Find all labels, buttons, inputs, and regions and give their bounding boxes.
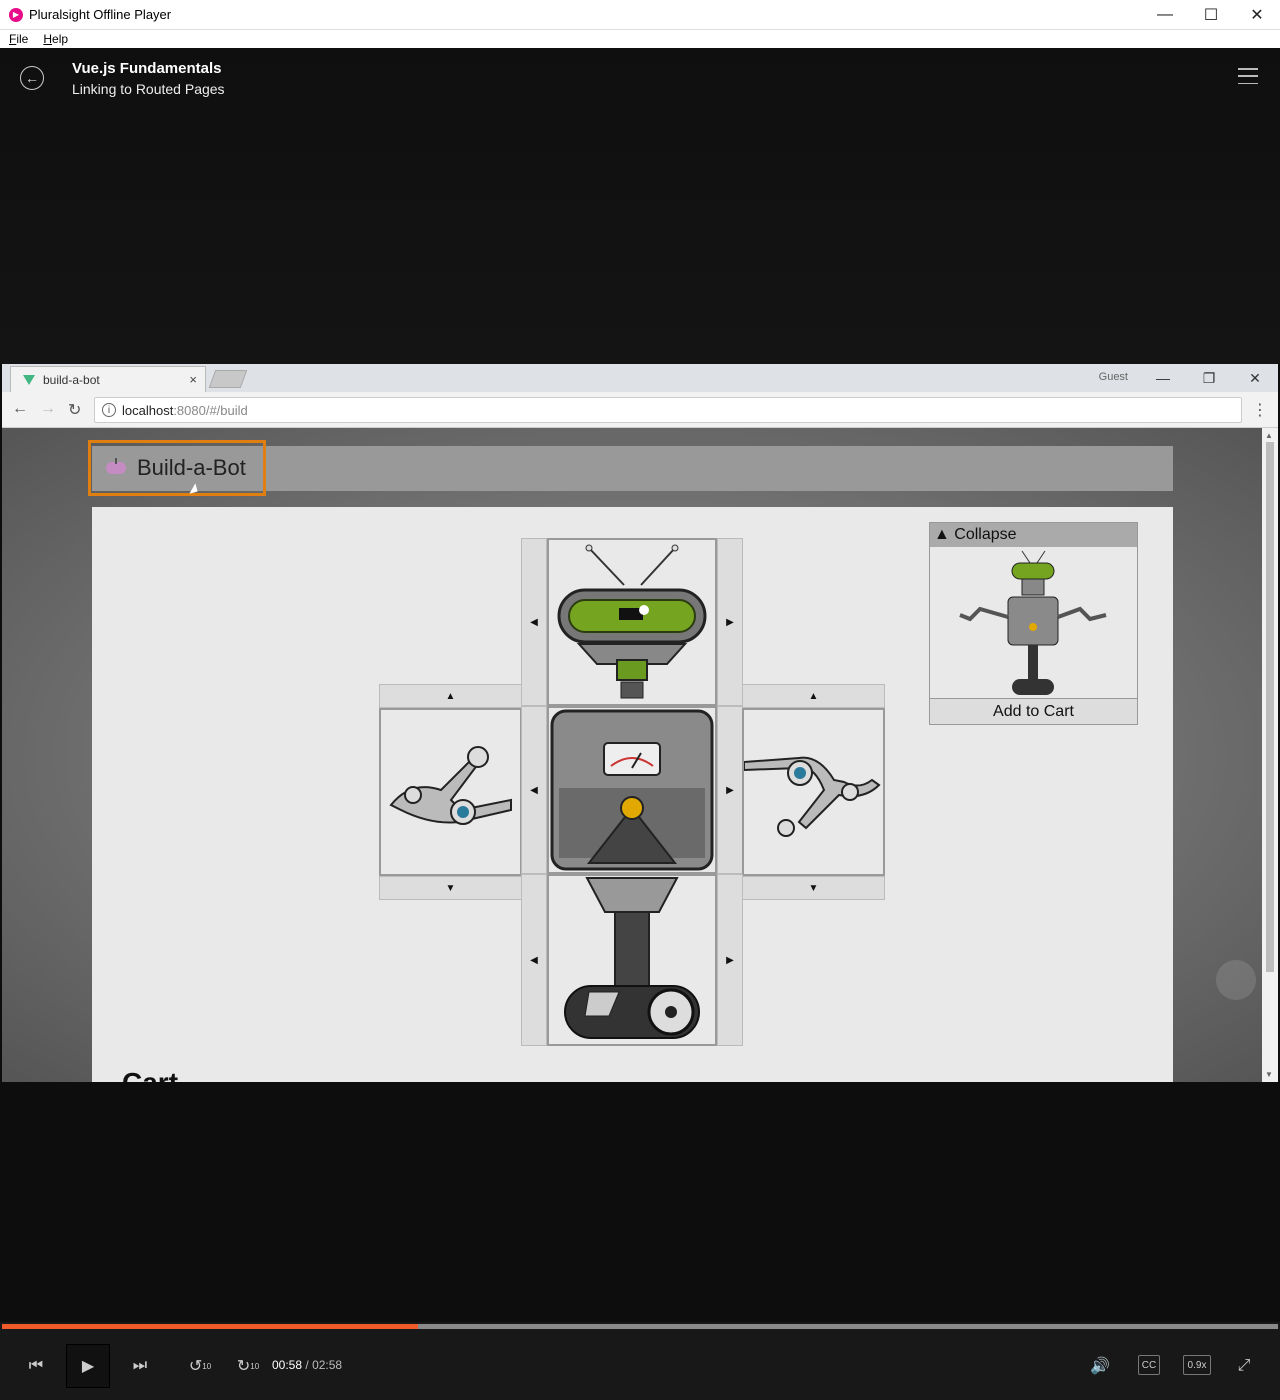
browser-tab[interactable]: build-a-bot × [10, 366, 206, 392]
play-button[interactable]: ▶ [66, 1344, 110, 1388]
progress-fill [2, 1324, 418, 1329]
duration: 02:58 [312, 1358, 343, 1372]
forward-10-icon[interactable]: ↻ 10 [226, 1344, 270, 1388]
tab-close-icon[interactable]: × [189, 372, 197, 387]
volume-icon[interactable]: 🔊 [1078, 1344, 1122, 1388]
collapse-button[interactable]: ▲ Collapse [930, 523, 1137, 547]
minimize-button[interactable]: — [1142, 0, 1188, 30]
url-host: localhost [122, 402, 174, 418]
robot-preview-panel: ▲ Collapse Add to Cart [929, 522, 1138, 725]
back-icon[interactable]: ← [12, 400, 28, 418]
time-separator: / [305, 1358, 309, 1372]
maximize-button[interactable]: ☐ [1188, 0, 1234, 30]
robot-builder: ◀ ▶ ▲ ▼ ◀ ▶ ▲ ▼ ◀ ▶ ▲ Collapse Add to Ca… [92, 507, 1173, 1082]
browser-restore-button[interactable]: ❐ [1186, 364, 1232, 392]
left-arm-prev-button[interactable]: ▲ [379, 684, 522, 708]
scroll-up-icon[interactable]: ▲ [1265, 431, 1273, 440]
add-to-cart-button[interactable]: Add to Cart [930, 698, 1137, 724]
torso-part [547, 706, 717, 874]
back-arrow-icon[interactable]: ← [20, 66, 44, 90]
cart-heading: Cart [122, 1067, 178, 1082]
previous-clip-icon[interactable]: ⏮ [14, 1344, 58, 1388]
clip-title: Linking to Routed Pages [72, 81, 225, 97]
time-display: 00:58 / 02:58 [272, 1358, 342, 1372]
window-controls: — ☐ ✕ [1142, 0, 1280, 30]
site-header: Build-a-Bot [88, 440, 1173, 497]
base-next-button[interactable]: ▶ [717, 874, 743, 1046]
address-bar[interactable]: i localhost:8080/#/build [94, 397, 1242, 423]
forward-icon[interactable]: → [40, 400, 56, 418]
page-viewport: Build-a-Bot ◀ ▶ ▲ ▼ ◀ ▶ ▲ ▼ ◀ ▶ ▲ Collap… [2, 428, 1278, 1082]
pluralsight-logo-icon: ▶ [9, 7, 23, 22]
robot-torso-image [550, 709, 714, 871]
browser-close-button[interactable]: ✕ [1232, 364, 1278, 392]
fullscreen-icon[interactable]: ⤢ [1222, 1344, 1266, 1388]
robot-base-image [564, 877, 700, 1039]
playback-speed-button[interactable]: 0.9x [1183, 1355, 1211, 1375]
video-player: ← Vue.js Fundamentals Linking to Routed … [0, 48, 1280, 1400]
browser-window-controls: — ❐ ✕ [1140, 364, 1278, 392]
profile-badge[interactable]: Guest [1099, 371, 1128, 383]
left-arm-next-button[interactable]: ▼ [379, 876, 522, 900]
window-title: Pluralsight Offline Player [29, 7, 172, 22]
robot-preview-image [959, 550, 1107, 695]
reload-icon[interactable]: ↻ [68, 400, 81, 420]
right-arm-prev-button[interactable]: ▲ [742, 684, 885, 708]
player-header: ← Vue.js Fundamentals Linking to Routed … [0, 48, 1280, 364]
head-prev-button[interactable]: ◀ [521, 538, 547, 706]
next-clip-icon[interactable]: ⏭ [118, 1344, 162, 1388]
torso-prev-button[interactable]: ◀ [521, 706, 547, 874]
browser-toolbar: ← → ↻ i localhost:8080/#/build ⋮ [2, 392, 1278, 428]
base-part [547, 874, 717, 1046]
current-time: 00:58 [272, 1358, 303, 1372]
url-path: :8080/#/build [173, 402, 248, 418]
vue-logo-icon [23, 374, 35, 385]
menu-help[interactable]: Help [43, 32, 68, 46]
menu-bar: File Help [0, 30, 1280, 48]
browser-minimize-button[interactable]: — [1140, 364, 1186, 392]
home-link[interactable]: Build-a-Bot [88, 440, 266, 496]
tab-title: build-a-bot [43, 372, 100, 387]
pluralsight-watermark-icon [1216, 960, 1256, 1000]
video-frame[interactable]: build-a-bot × Guest — ❐ ✕ ← → ↻ i localh… [2, 364, 1278, 1082]
hamburger-menu-icon[interactable] [1238, 68, 1258, 84]
torso-next-button[interactable]: ▶ [717, 706, 743, 874]
browser-tab-strip: build-a-bot × Guest — ❐ ✕ [2, 364, 1278, 392]
page-scrollbar[interactable]: ▲ ▼ [1262, 428, 1278, 1082]
scroll-down-icon[interactable]: ▼ [1265, 1070, 1273, 1079]
close-button[interactable]: ✕ [1234, 0, 1280, 30]
rewind-10-icon[interactable]: ↺ 10 [178, 1344, 222, 1388]
left-arm-part [379, 708, 522, 876]
right-arm-next-button[interactable]: ▼ [742, 876, 885, 900]
base-prev-button[interactable]: ◀ [521, 874, 547, 1046]
robot-head-image [557, 544, 707, 699]
menu-file[interactable]: File [9, 32, 28, 46]
left-arm-image [389, 746, 512, 825]
player-controls: ⏮ ▶ ⏭ ↺ 10 ↻ 10 00:58 / 02:58 🔊 CC 0.9x ⤢ [0, 1322, 1280, 1400]
robot-logo-icon [103, 458, 129, 478]
forward-seconds: 10 [250, 1361, 260, 1371]
info-icon[interactable]: i [102, 403, 116, 417]
scroll-thumb[interactable] [1266, 442, 1274, 972]
right-arm-image [743, 756, 881, 837]
site-title: Build-a-Bot [137, 455, 246, 480]
head-next-button[interactable]: ▶ [717, 538, 743, 706]
captions-button[interactable]: CC [1138, 1355, 1160, 1375]
course-title: Vue.js Fundamentals [72, 60, 222, 77]
right-arm-part [742, 708, 885, 876]
browser-menu-icon[interactable]: ⋮ [1252, 400, 1268, 420]
new-tab-button[interactable] [208, 370, 248, 388]
progress-bar[interactable] [2, 1324, 1278, 1329]
head-part [547, 538, 717, 706]
window-titlebar: ▶ Pluralsight Offline Player — ☐ ✕ [0, 0, 1280, 30]
rewind-seconds: 10 [202, 1361, 212, 1371]
